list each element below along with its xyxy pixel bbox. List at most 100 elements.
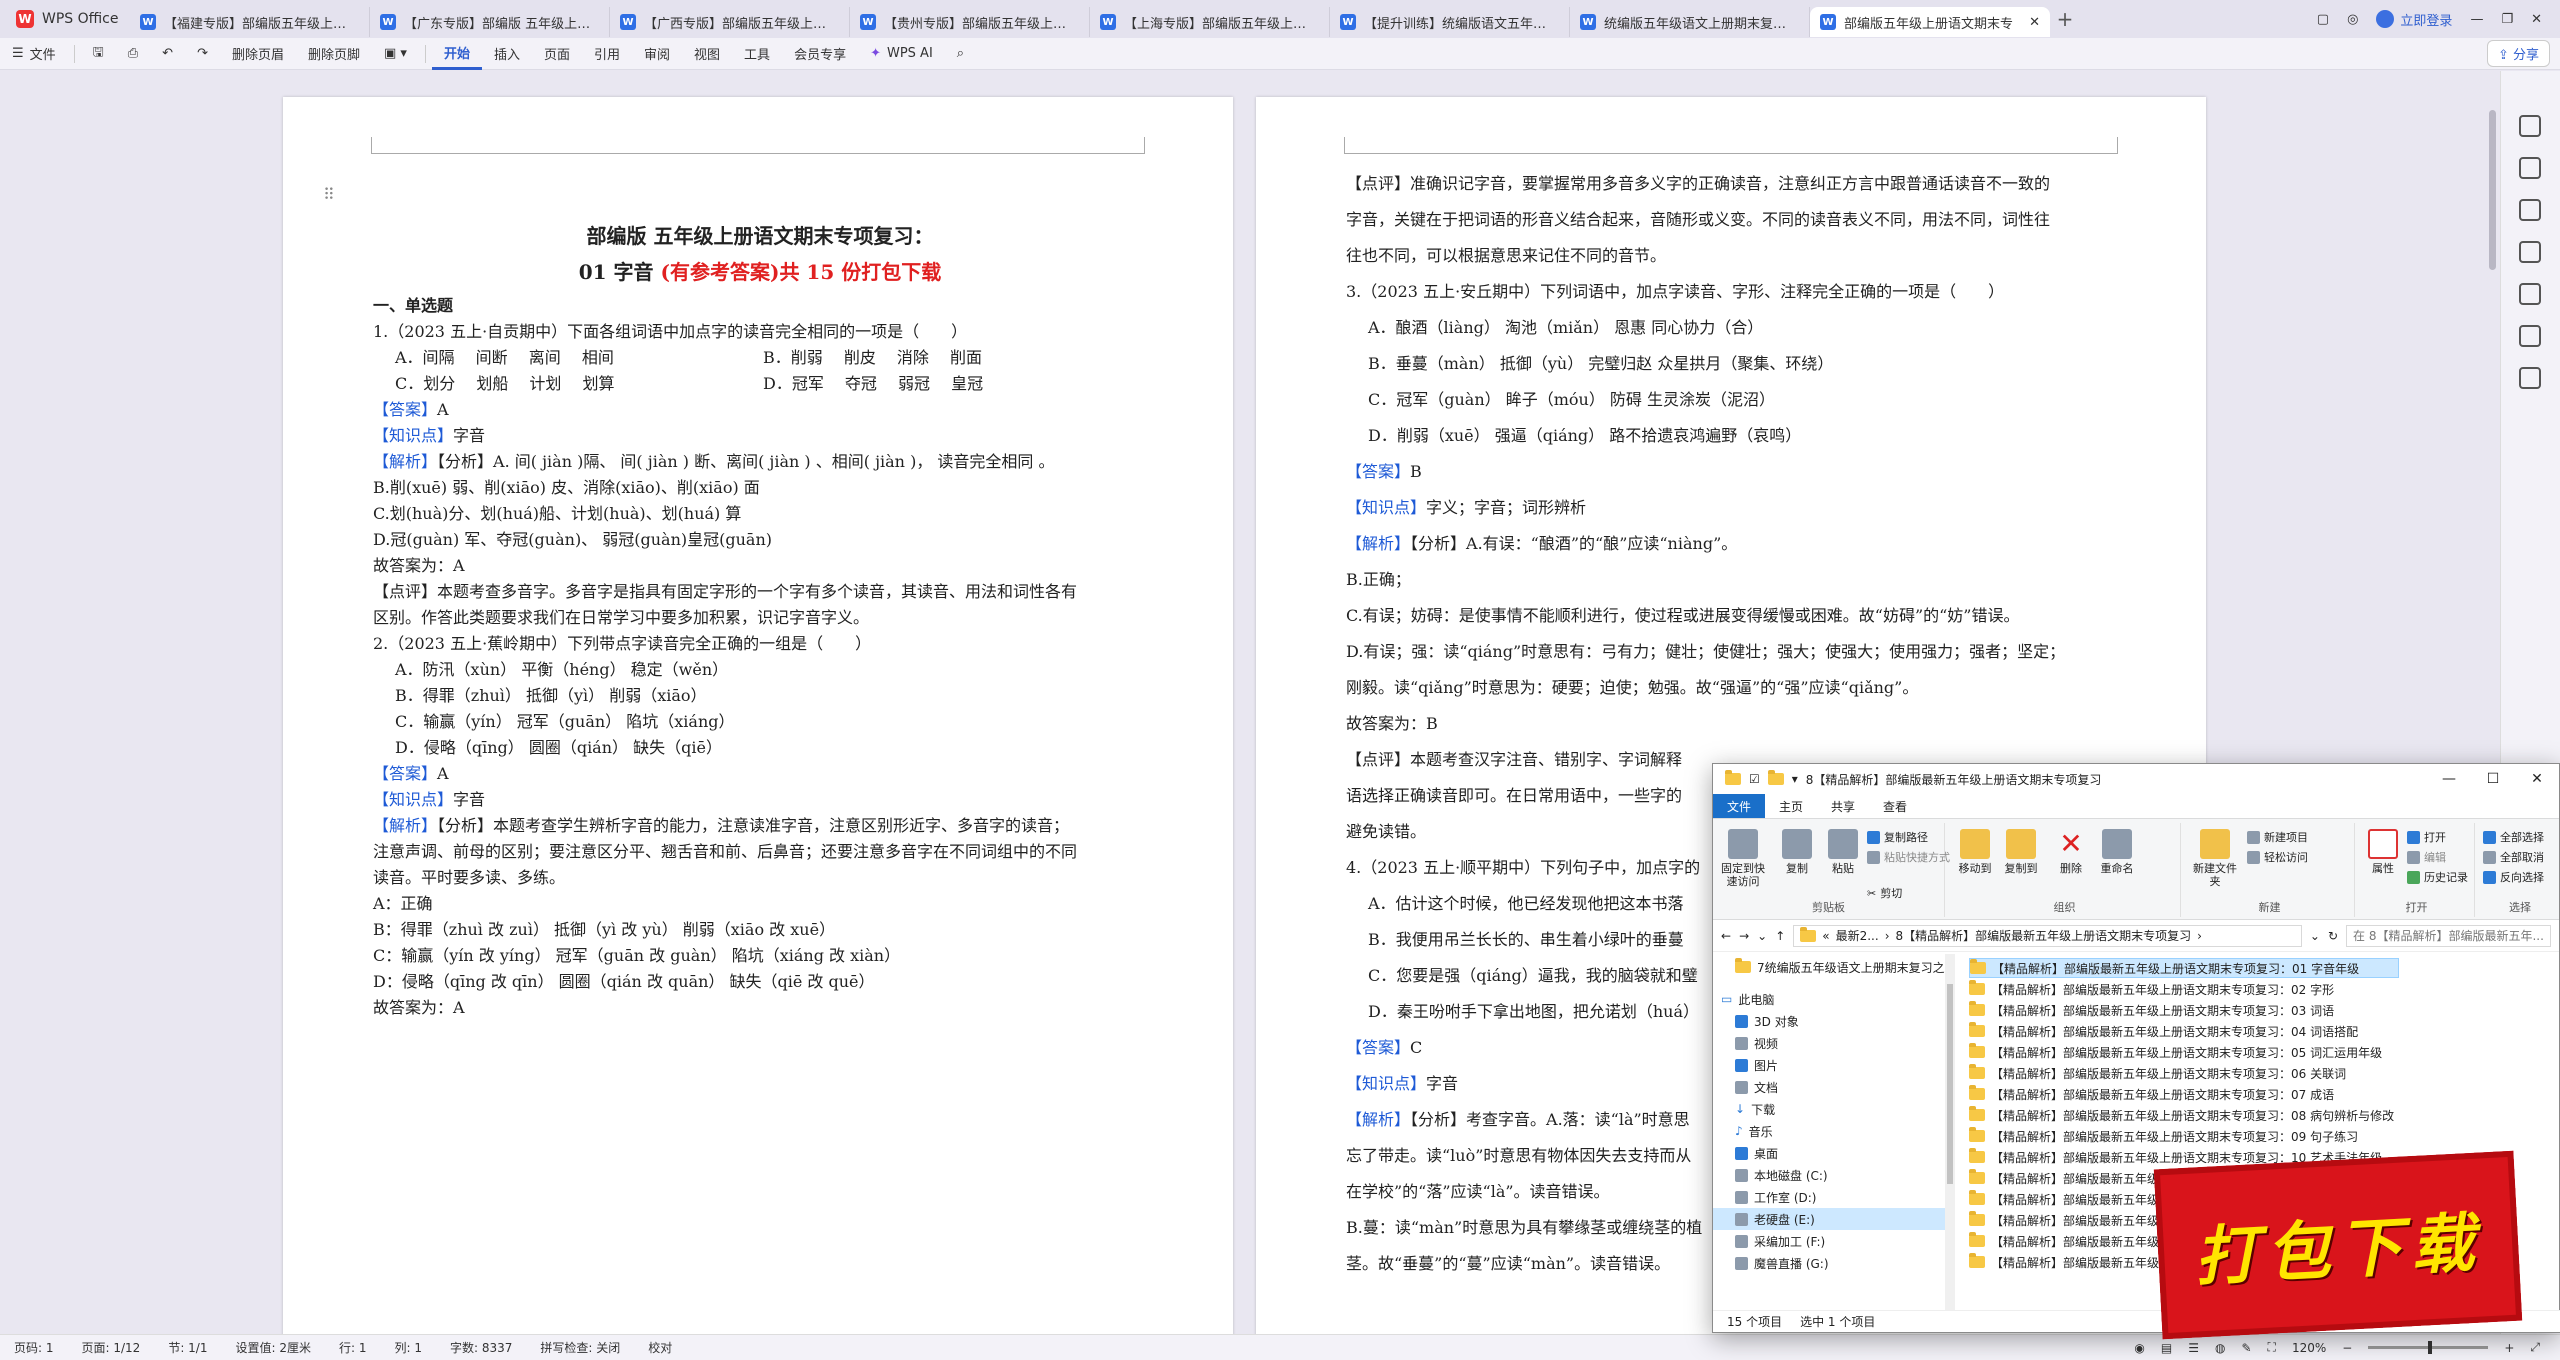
nav-item-this-pc[interactable]: ▭ 此电脑	[1721, 988, 1774, 1010]
select-icon[interactable]	[2519, 157, 2541, 179]
nav-scrollbar-thumb[interactable]	[1947, 984, 1953, 1184]
delete-button[interactable]: ✕ 删除	[2049, 829, 2093, 876]
doc-tab[interactable]: W 统编版五年级语文上册期末复习之口	[1570, 7, 1810, 37]
file-item[interactable]: 【精品解析】部编版最新五年级上册语文期末专项复习：04 词语搭配	[1969, 1021, 2399, 1041]
history-button[interactable]: 历史记录	[2407, 869, 2468, 885]
adjust-icon[interactable]	[2519, 199, 2541, 221]
nav-item[interactable]: 桌面	[1735, 1142, 1778, 1164]
zoom-slider[interactable]	[2368, 1341, 2489, 1354]
delete-footer-button[interactable]: 删除页脚	[296, 38, 372, 70]
doc-tab[interactable]: W 【贵州专版】部编版五年级上册--积	[850, 7, 1090, 37]
edit-button[interactable]: 编辑	[2407, 849, 2446, 865]
minimize-icon[interactable]: —	[2427, 771, 2471, 787]
select-all-button[interactable]: 全部选择	[2483, 829, 2544, 845]
wps-ai-button[interactable]: ✦ WPS AI	[858, 38, 945, 70]
doc-tab[interactable]: W 【广东专版】部编版 五年级上册--积	[370, 7, 610, 37]
dropdown-icon[interactable]: ▾	[1792, 772, 1798, 786]
invert-selection-button[interactable]: 反向选择	[2483, 869, 2544, 885]
maximize-icon[interactable]: ☐	[2471, 771, 2515, 787]
picture-icon[interactable]: ▣ ▾	[372, 38, 419, 70]
tab-reference[interactable]: 引用	[582, 38, 632, 70]
tab-home[interactable]: 主页	[1765, 794, 1817, 818]
close-window-icon[interactable]: ✕	[2531, 12, 2542, 27]
doc-tab[interactable]: W 【提升训练】统编版语文五年级上册	[1330, 7, 1570, 37]
file-item[interactable]: 【精品解析】部编版最新五年级上册语文期末专项复习：05 词汇运用年级	[1969, 1042, 2399, 1062]
nav-item[interactable]: 文档	[1735, 1076, 1778, 1098]
back-icon[interactable]: ←	[1721, 929, 1731, 943]
outline-view-icon[interactable]: ☰	[2188, 1341, 2199, 1355]
file-item[interactable]: 【精品解析】部编版最新五年级上册语文期末专项复习：08 病句辨析与修改	[1969, 1105, 2399, 1125]
rename-button[interactable]: 重命名	[2095, 829, 2139, 875]
select-none-button[interactable]: 全部取消	[2483, 849, 2544, 865]
search-icon[interactable]: ⌕	[945, 38, 976, 70]
explorer-title-bar[interactable]: ☑ ▾ 8【精品解析】部编版最新五年级上册语文期末专项复习 — ☐ ✕	[1713, 764, 2559, 794]
properties-button[interactable]: 属性	[2361, 829, 2405, 875]
save-icon[interactable]: 🖫	[81, 38, 116, 70]
file-item[interactable]: 【精品解析】部编版最新五年级上册语文期末专项复习：02 字形	[1969, 979, 2399, 999]
nav-item[interactable]: 7统编版五年级语文上册期末复习之	[1735, 956, 1945, 978]
drag-handle-icon[interactable]: ⠿	[323, 185, 335, 204]
delete-header-button[interactable]: 删除页眉	[220, 38, 296, 70]
tab-member[interactable]: 会员专享	[782, 38, 858, 70]
file-item[interactable]: 【精品解析】部编版最新五年级上册语文期末专项复习：07 成语	[1969, 1084, 2399, 1104]
file-item[interactable]: 【精品解析】部编版最新五年级上册语文期末专项复习：09 句子练习	[1969, 1126, 2399, 1146]
copy-button[interactable]: 复制	[1775, 829, 1819, 875]
fit-page-icon[interactable]: ⤢	[2530, 1340, 2540, 1355]
nav-item[interactable]: 图片	[1735, 1054, 1778, 1076]
nav-item[interactable]: ↓ 下载	[1735, 1098, 1775, 1120]
nav-item[interactable]: 视频	[1735, 1032, 1778, 1054]
nav-item[interactable]: 3D 对象	[1735, 1010, 1799, 1032]
copy-to-button[interactable]: 复制到	[1999, 829, 2043, 875]
breadcrumb-item[interactable]: 最新2...	[1836, 927, 1879, 944]
file-item[interactable]: 【精品解析】部编版最新五年级上册语文期末专项复习：06 关联词	[1969, 1063, 2399, 1083]
zoom-level[interactable]: 120%	[2292, 1341, 2326, 1355]
tab-review[interactable]: 审阅	[632, 38, 682, 70]
status-word-count[interactable]: 字数: 8337	[436, 1339, 526, 1356]
nav-item[interactable]: 本地磁盘 (C:)	[1735, 1164, 1828, 1186]
tab-page[interactable]: 页面	[532, 38, 582, 70]
tab-file[interactable]: 文件	[1713, 794, 1766, 818]
share-button[interactable]: ⇪ 分享	[2486, 40, 2550, 67]
recent-dropdown-icon[interactable]: ⌄	[1757, 929, 1767, 943]
read-mode-icon[interactable]: ✎	[2241, 1341, 2251, 1355]
file-item[interactable]: 【精品解析】部编版最新五年级上册语文期末专项复习：01 字音年级	[1969, 958, 2399, 978]
page-view-icon[interactable]: ▤	[2161, 1341, 2172, 1355]
window-layout-icon[interactable]: ▢	[2317, 12, 2329, 27]
open-button[interactable]: 打开	[2407, 829, 2446, 845]
maximize-icon[interactable]: ❐	[2501, 12, 2513, 27]
search-input[interactable]: 在 8【精品解析】部编版最新五年...	[2346, 924, 2551, 947]
tab-view[interactable]: 查看	[1869, 794, 1921, 818]
fullscreen-icon[interactable]: ⛶	[2268, 1340, 2276, 1355]
zoom-slider-knob[interactable]	[2428, 1341, 2433, 1354]
tab-home[interactable]: 开始	[431, 38, 482, 70]
doc-tab[interactable]: W 【福建专版】部编版五年级上册--积累	[130, 7, 370, 37]
web-view-icon[interactable]: ◍	[2215, 1341, 2225, 1355]
login-button[interactable]: 立即登录	[2376, 10, 2452, 29]
help-icon[interactable]	[2519, 325, 2541, 347]
file-item[interactable]: 【精品解析】部编版最新五年级上册语文期末专项复习：03 词语	[1969, 1000, 2399, 1020]
nav-item[interactable]: ♪ 音乐	[1735, 1120, 1773, 1142]
navigation-pane[interactable]: 7统编版五年级语文上册期末复习之 ▭ 此电脑 3D 对象 视频 图片 文档 ↓ 下载…	[1713, 954, 1955, 1312]
redo-icon[interactable]: ↷	[185, 38, 220, 70]
print-icon[interactable]: ⎙	[116, 38, 150, 70]
new-tab-button[interactable]: +	[2050, 7, 2080, 31]
paste-button[interactable]: 粘贴	[1821, 829, 1865, 875]
move-to-button[interactable]: 移动到	[1953, 829, 1997, 875]
nav-item[interactable]: 采编加工 (F:)	[1735, 1230, 1825, 1252]
menu-button[interactable]: ☰ 文件	[0, 38, 68, 70]
easy-access-button[interactable]: 轻松访问	[2247, 849, 2308, 865]
status-proofread[interactable]: 校对	[634, 1339, 686, 1356]
refresh-icon[interactable]: ↻	[2328, 929, 2338, 943]
doc-tab[interactable]: W 【上海专版】部编版五年级上册--积	[1090, 7, 1330, 37]
document-page[interactable]: ⠿ 部编版 五年级上册语文期末专项复习： 01 字音 (有参考答案)共 15 份…	[283, 97, 1233, 1334]
eye-protect-icon[interactable]: ◉	[2134, 1341, 2144, 1355]
image-icon[interactable]	[2519, 241, 2541, 263]
zoom-out-icon[interactable]: −	[2342, 1341, 2352, 1355]
nav-item[interactable]: 魔兽直播 (G:)	[1735, 1252, 1829, 1274]
zoom-in-icon[interactable]: +	[2504, 1341, 2514, 1355]
new-item-button[interactable]: 新建项目	[2247, 829, 2308, 845]
minimize-icon[interactable]: —	[2470, 12, 2483, 27]
tab-tools[interactable]: 工具	[732, 38, 782, 70]
nav-item[interactable]: 工作室 (D:)	[1735, 1186, 1816, 1208]
nav-item-selected[interactable]: 老硬盘 (E:)	[1713, 1208, 1945, 1230]
